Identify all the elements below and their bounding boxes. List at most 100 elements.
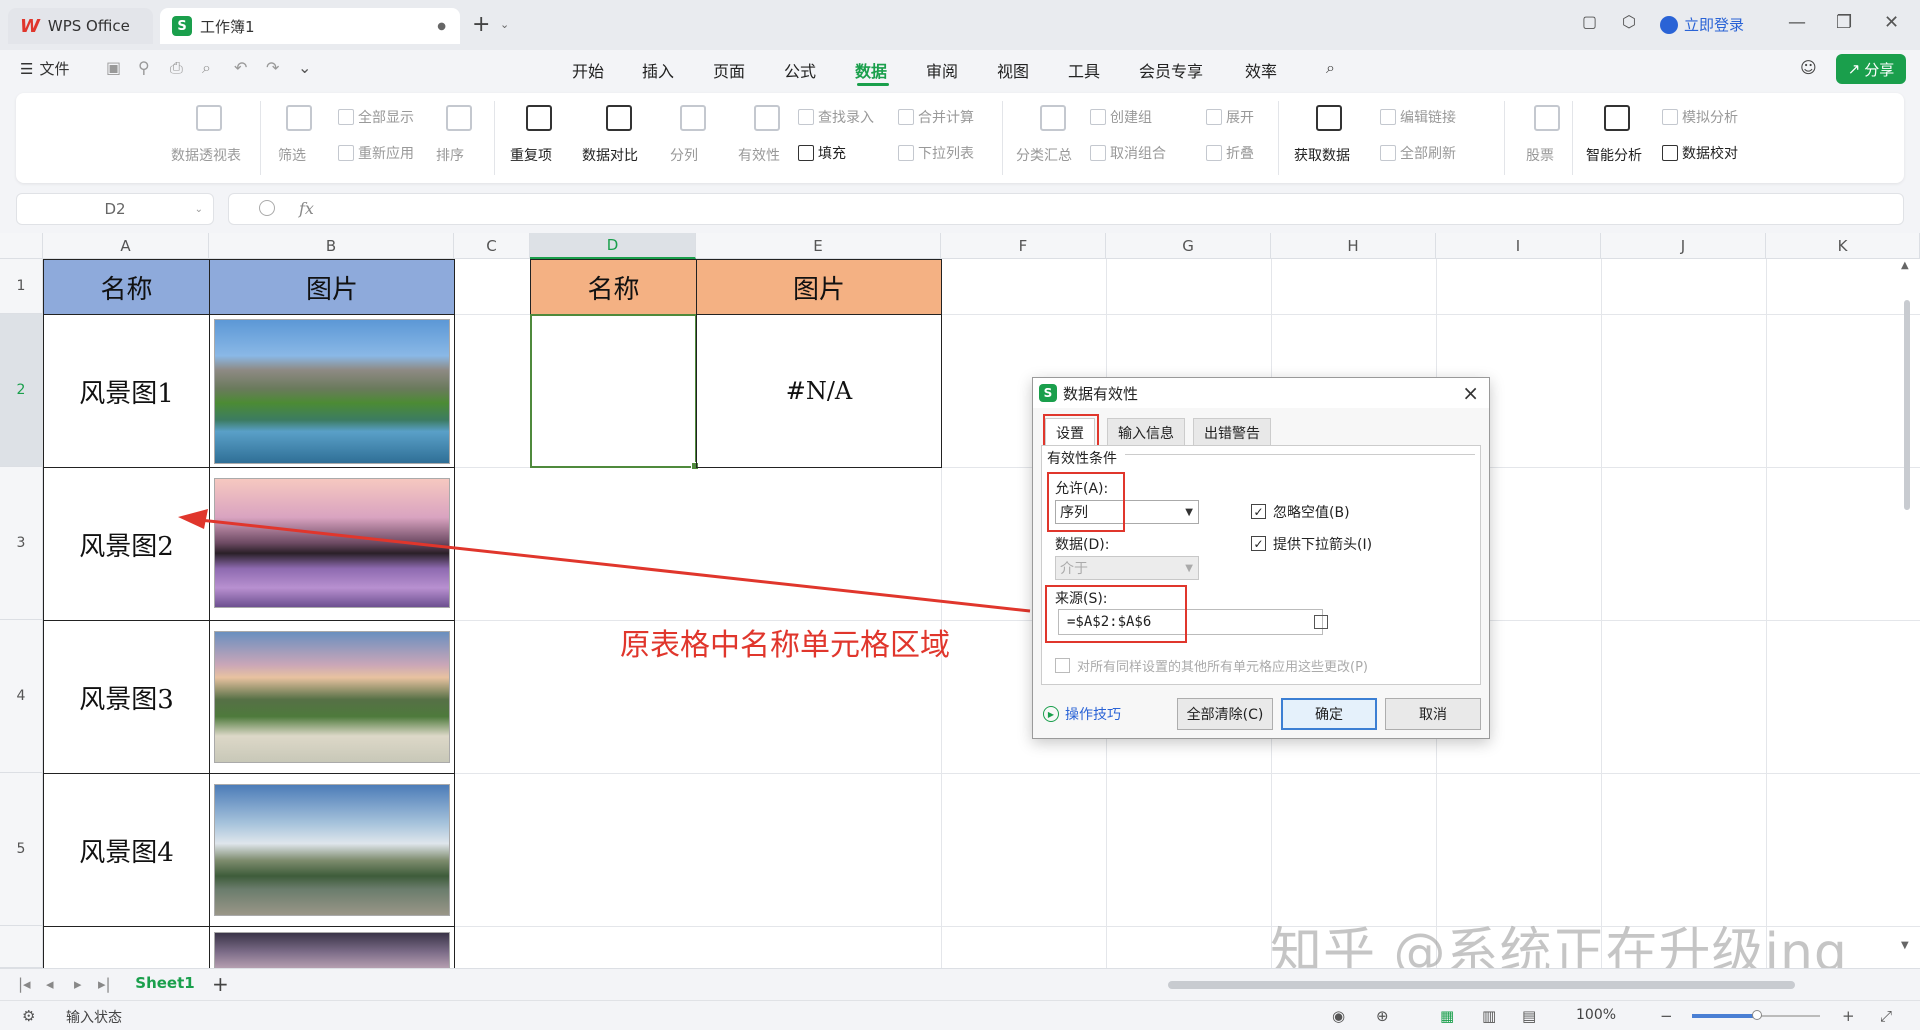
tips-link[interactable]: ▶ 操作技巧 — [1043, 704, 1121, 724]
normal-view-icon[interactable]: ▦ — [1440, 1007, 1454, 1025]
zoom-in-icon[interactable]: + — [1842, 1007, 1855, 1025]
simulate-button[interactable]: 模拟分析 — [1662, 107, 1738, 127]
zoom-out-icon[interactable]: − — [1660, 1007, 1673, 1025]
undo-icon[interactable]: ↶ — [234, 58, 247, 77]
expand-button[interactable]: 展开 — [1206, 107, 1254, 127]
refresh-all-button[interactable]: 全部刷新 — [1380, 143, 1456, 163]
close-icon[interactable]: ✕ — [1884, 12, 1899, 33]
duplicates-button[interactable]: 重复项 — [510, 145, 552, 165]
tab-workbook[interactable]: S 工作簿1 ● — [160, 8, 460, 44]
chat-icon[interactable]: ☺ — [1800, 58, 1817, 77]
page-break-icon[interactable]: ▤ — [1522, 1007, 1536, 1025]
fill-button[interactable]: 填充 — [798, 143, 846, 163]
filter-button[interactable]: 筛选 — [278, 145, 306, 165]
vertical-scrollbar[interactable]: ▲ ▼ — [1898, 260, 1916, 960]
fx-icon[interactable]: fx — [299, 199, 314, 218]
tab-wps-office[interactable]: W WPS Office — [8, 8, 153, 44]
close-icon[interactable]: × — [1462, 381, 1479, 405]
minimize-icon[interactable]: — — [1788, 12, 1806, 33]
subtotal-button[interactable]: 分类汇总 — [1016, 145, 1072, 165]
edit-links-button[interactable]: 编辑链接 — [1380, 107, 1456, 127]
data-select[interactable]: 介于 ▼ — [1055, 556, 1199, 580]
redo-icon[interactable]: ↷ — [266, 58, 279, 77]
tab-review[interactable]: 审阅 — [926, 58, 958, 82]
print-preview-icon[interactable]: ⌕ — [202, 58, 211, 78]
tab-insert[interactable]: 插入 — [642, 58, 674, 82]
cancel-button[interactable]: 取消 — [1385, 698, 1481, 730]
login-label: 立即登录 — [1684, 16, 1745, 34]
verify-button[interactable]: 数据校对 — [1662, 143, 1738, 163]
sort-button[interactable]: 排序 — [436, 145, 464, 165]
pivot-table-button[interactable]: 数据透视表 — [171, 145, 241, 165]
smart-analysis-button[interactable]: 智能分析 — [1586, 145, 1642, 165]
tab-tools[interactable]: 工具 — [1068, 58, 1100, 82]
zoom-slider-knob[interactable] — [1752, 1010, 1762, 1020]
print-icon[interactable]: ⎙ — [170, 58, 183, 78]
save-icon[interactable]: ▣ — [106, 58, 121, 77]
page-layout-icon[interactable]: ▥ — [1482, 1007, 1496, 1025]
create-group-button[interactable]: 创建组 — [1090, 107, 1152, 127]
macro-icon[interactable]: ⚙ — [22, 1007, 35, 1025]
lookup-entry-button[interactable]: 查找录入 — [798, 107, 874, 127]
eye-icon[interactable]: ◉ — [1332, 1007, 1345, 1025]
dropdown-arrow-checkbox[interactable]: ✓ — [1251, 536, 1266, 551]
last-sheet-icon[interactable]: ▸| — [98, 975, 111, 993]
apply-all-checkbox[interactable] — [1055, 658, 1070, 673]
spreadsheet-grid[interactable]: A B C D E F G H I J K 1 2 3 4 5 名称 图片 风景… — [0, 233, 1920, 968]
next-sheet-icon[interactable]: ▸ — [74, 975, 82, 993]
window-layout-icon[interactable]: ▢ — [1582, 12, 1597, 31]
scroll-down-icon[interactable]: ▼ — [1901, 940, 1909, 951]
cube-icon[interactable]: ⬡ — [1622, 12, 1636, 31]
restore-icon[interactable]: ❐ — [1836, 12, 1852, 33]
tab-data[interactable]: 数据 — [855, 58, 887, 82]
subtotal-icon — [1040, 105, 1066, 131]
scroll-thumb[interactable] — [1904, 300, 1910, 510]
ignore-blank-checkbox[interactable]: ✓ — [1251, 504, 1266, 519]
tab-input-message[interactable]: 输入信息 — [1107, 418, 1185, 446]
chevron-down-icon[interactable]: ⌄ — [500, 18, 509, 31]
tab-page[interactable]: 页面 — [713, 58, 745, 82]
ok-button[interactable]: 确定 — [1281, 698, 1377, 730]
tab-efficiency[interactable]: 效率 — [1245, 58, 1277, 82]
crosshair-icon[interactable]: ⊕ — [1376, 1007, 1389, 1025]
key-icon[interactable]: ⚲ — [138, 58, 150, 77]
merge-calc-button[interactable]: 合并计算 — [898, 107, 974, 127]
name-box[interactable]: D2 ⌄ — [16, 193, 214, 225]
ungroup-button[interactable]: 取消组合 — [1090, 143, 1166, 163]
new-tab-button[interactable]: + — [472, 12, 490, 37]
reapply-button[interactable]: 重新应用 — [338, 143, 414, 163]
tab-error-alert[interactable]: 出错警告 — [1193, 418, 1271, 446]
collapse-button[interactable]: 折叠 — [1206, 143, 1254, 163]
clear-all-button[interactable]: 全部清除(C) — [1177, 698, 1273, 730]
share-button[interactable]: ↗ 分享 — [1836, 54, 1906, 84]
formula-bar[interactable]: fx — [228, 193, 1904, 225]
tab-view[interactable]: 视图 — [997, 58, 1029, 82]
sheet-tab-active[interactable]: Sheet1 — [130, 969, 200, 997]
first-sheet-icon[interactable]: |◂ — [18, 975, 31, 993]
search-icon[interactable]: ⌕ — [1326, 58, 1335, 78]
file-menu[interactable]: ☰ 文件 — [20, 58, 69, 79]
show-all-button[interactable]: 全部显示 — [338, 107, 414, 127]
login-button[interactable]: 立即登录 — [1660, 14, 1744, 35]
dropdown-list-button[interactable]: 下拉列表 — [898, 143, 974, 163]
tab-formula[interactable]: 公式 — [784, 58, 816, 82]
scroll-up-icon[interactable]: ▲ — [1901, 260, 1909, 271]
range-picker-icon[interactable] — [1314, 615, 1328, 629]
zoom-icon[interactable] — [259, 200, 275, 216]
add-sheet-button[interactable]: + — [212, 972, 229, 996]
get-data-button[interactable]: 获取数据 — [1294, 145, 1350, 165]
chevron-down-icon[interactable]: ⌄ — [195, 204, 203, 215]
zoom-level[interactable]: 100% — [1576, 1007, 1616, 1023]
prev-sheet-icon[interactable]: ◂ — [46, 975, 54, 993]
reapply-label: 重新应用 — [358, 146, 414, 162]
chevron-down-icon[interactable]: ⌄ — [298, 58, 311, 77]
tab-member[interactable]: 会员专享 — [1139, 58, 1203, 82]
horizontal-scrollbar[interactable] — [1168, 981, 1795, 989]
fullscreen-icon[interactable]: ⤢ — [1880, 1007, 1892, 1025]
stocks-button[interactable]: 股票 — [1526, 145, 1554, 165]
data-compare-button[interactable]: 数据对比 — [582, 145, 638, 165]
unsaved-dot-icon[interactable]: ● — [437, 21, 446, 32]
validity-button[interactable]: 有效性 — [738, 145, 780, 165]
split-column-button[interactable]: 分列 — [670, 145, 698, 165]
tab-home[interactable]: 开始 — [572, 58, 604, 82]
